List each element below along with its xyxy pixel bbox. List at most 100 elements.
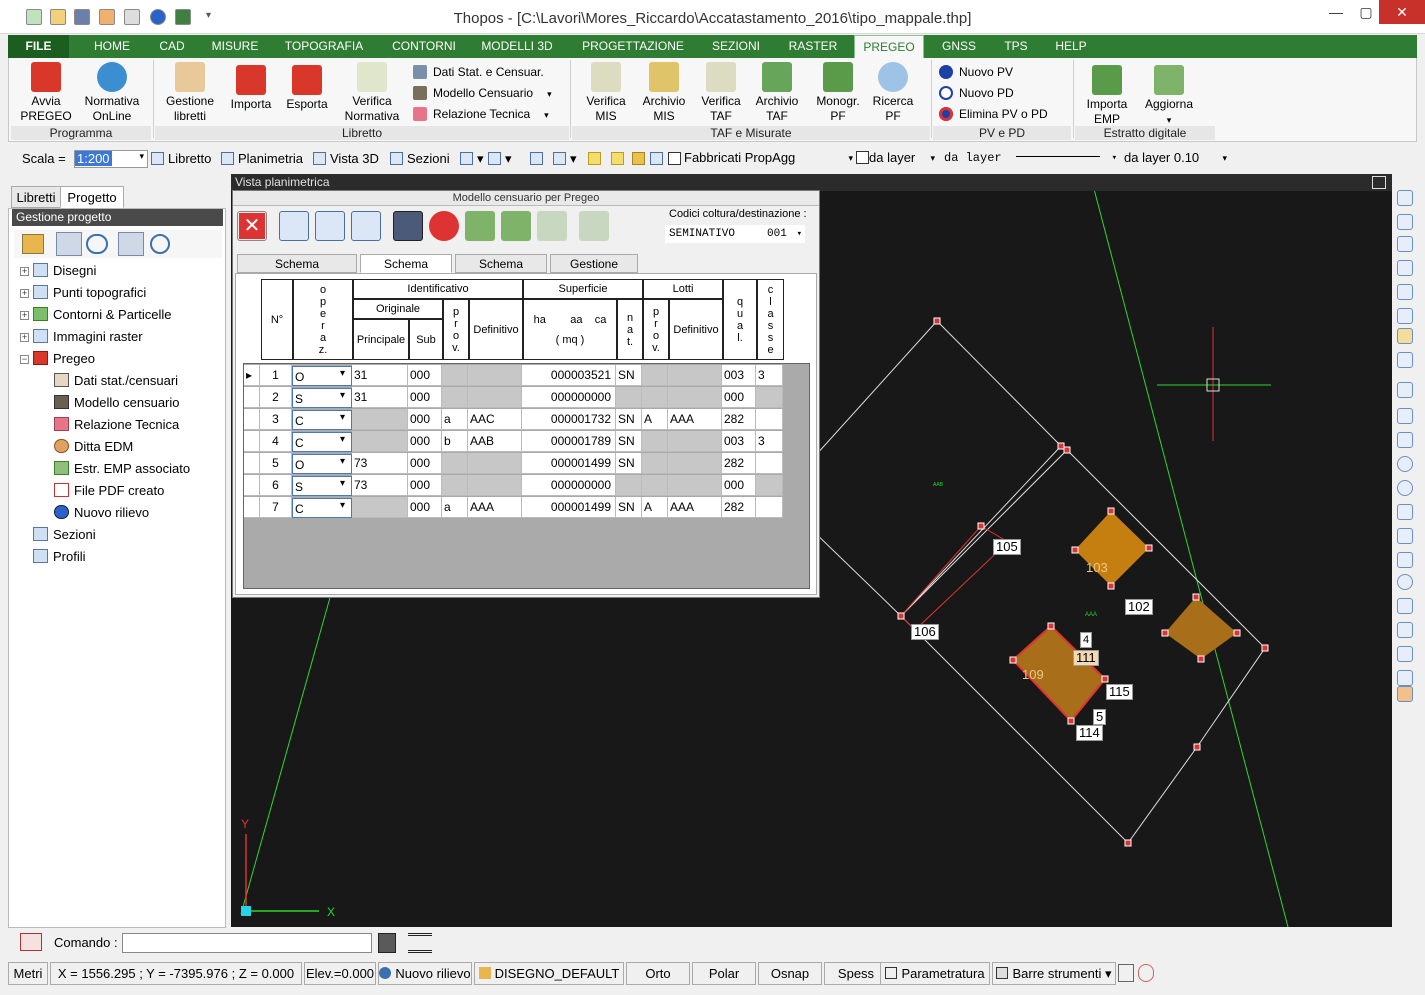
cell-principale[interactable]: 31 xyxy=(352,387,408,408)
menu-pregeo[interactable]: PREGEO xyxy=(854,35,924,58)
snap-quadrant-icon[interactable] xyxy=(1397,574,1413,590)
remove-row-button[interactable] xyxy=(315,211,345,241)
move-row-button[interactable] xyxy=(351,211,381,241)
menu-contorni[interactable]: CONTORNI xyxy=(384,35,464,58)
vertex-marker[interactable] xyxy=(1233,629,1241,637)
cell-lotti-definitivo[interactable] xyxy=(668,453,722,474)
menu-misure[interactable]: MISURE xyxy=(206,35,264,58)
print-layer-button[interactable] xyxy=(650,147,667,171)
cell-n[interactable]: 2 xyxy=(260,387,292,408)
cell-nat[interactable]: SN xyxy=(616,431,642,452)
menu-cad[interactable]: CAD xyxy=(150,35,194,58)
tab-libretti[interactable]: Libretti xyxy=(11,186,61,208)
cell-qual[interactable]: 000 xyxy=(722,387,756,408)
tab-schema-mappale[interactable]: Schema Mappale xyxy=(360,254,452,289)
vertex-marker[interactable] xyxy=(1145,544,1153,552)
vertex-marker[interactable] xyxy=(977,522,985,530)
tab-schema-ausiliario[interactable]: Schema Ausiliario xyxy=(455,254,547,289)
nuovo-pv-button[interactable]: Nuovo PV xyxy=(939,62,1013,82)
menu-help[interactable]: HELP xyxy=(1048,35,1094,58)
color-select[interactable]: da layer ▾ xyxy=(856,150,938,168)
cell-superficie[interactable]: 000001789 xyxy=(522,431,616,452)
table-row[interactable]: 4 C ▾ 000 b AAB 000001789 SN 003 3 xyxy=(244,431,810,453)
table-row[interactable]: 7 C ▾ 000 a AAA 000001499 SN A AAA 282 xyxy=(244,497,810,519)
table-row[interactable]: ▸ 1 O ▾ 31 000 000003521 SN 003 3 xyxy=(244,365,810,387)
view-icon[interactable] xyxy=(1397,352,1413,368)
vertex-marker[interactable] xyxy=(1197,655,1205,663)
verifica-mis-button[interactable]: Verifica MIS xyxy=(577,62,635,124)
tree-item-contorni[interactable]: + Contorni & Particelle xyxy=(20,304,172,326)
menu-home[interactable]: HOME xyxy=(82,35,142,58)
select-tool-icon[interactable] xyxy=(56,232,82,256)
snap-line-icon[interactable] xyxy=(1397,382,1413,398)
cell-definitivo[interactable]: AAB xyxy=(468,431,522,452)
vertex-marker[interactable] xyxy=(897,612,905,620)
light-button[interactable] xyxy=(588,147,605,171)
drawing-status[interactable]: DISEGNO_DEFAULT xyxy=(474,962,624,985)
menu-gnss[interactable]: GNSS xyxy=(934,35,984,58)
cell-lotti-prov[interactable] xyxy=(642,475,668,496)
normativa-online-button[interactable]: Normativa OnLine xyxy=(79,62,145,124)
table-row[interactable]: 3 C ▾ 000 a AAC 000001732 SN A AAA 282 xyxy=(244,409,810,431)
tree-item-dati-stat[interactable]: Dati stat./censuari xyxy=(54,370,178,392)
cell-definitivo[interactable]: AAA xyxy=(468,497,522,518)
row-indicator[interactable] xyxy=(244,453,260,474)
vertex-marker[interactable] xyxy=(933,317,941,325)
menu-file[interactable]: FILE xyxy=(8,35,69,58)
menu-modelli-3d[interactable]: MODELLI 3D xyxy=(474,35,560,58)
tab-gestione-schemi[interactable]: Gestione Schemi xyxy=(550,254,638,289)
vertex-marker[interactable] xyxy=(1193,743,1201,751)
cell-nat[interactable]: SN xyxy=(616,365,642,386)
sync-icon[interactable] xyxy=(118,232,144,256)
verifica-taf-button[interactable]: Verifica TAF xyxy=(693,62,749,124)
refresh-model-button[interactable] xyxy=(537,211,567,241)
menu-topografia[interactable]: TOPOGRAFIA xyxy=(278,35,370,58)
snap-x-icon[interactable] xyxy=(1397,528,1413,544)
zoom-extents-icon[interactable] xyxy=(1397,190,1413,206)
orto-toggle[interactable]: Orto xyxy=(626,962,690,985)
cell-qual[interactable]: 282 xyxy=(722,409,756,430)
table-row[interactable]: 2 S ▾ 31 000 000000000 000 xyxy=(244,387,810,409)
tree-item-nuovo-rilievo[interactable]: Nuovo rilievo xyxy=(54,502,149,524)
zoom-previous-icon[interactable] xyxy=(1397,308,1413,324)
layers-stack-button[interactable]: ▾ xyxy=(553,147,577,171)
cell-prov[interactable] xyxy=(442,475,468,496)
cell-definitivo[interactable] xyxy=(468,365,522,386)
tree-item-sezioni[interactable]: Sezioni xyxy=(20,524,96,546)
row-indicator[interactable] xyxy=(244,497,260,518)
layers-button[interactable] xyxy=(530,147,547,171)
row-indicator[interactable] xyxy=(244,387,260,408)
layer-color-swatch[interactable] xyxy=(668,147,685,171)
cell-superficie[interactable]: 000003521 xyxy=(522,365,616,386)
cell-n[interactable]: 7 xyxy=(260,497,292,518)
table-row[interactable]: 5 O ▾ 73 000 000001499 SN 282 xyxy=(244,453,810,475)
zoom-icon[interactable] xyxy=(86,234,108,254)
cell-lotti-prov[interactable]: A xyxy=(642,497,668,518)
vertex-marker[interactable] xyxy=(1047,622,1055,630)
close-button[interactable]: ✕ xyxy=(1379,0,1425,24)
menu-tps[interactable]: TPS xyxy=(994,35,1038,58)
tree-item-profili[interactable]: Profili xyxy=(20,546,86,568)
aggiorna-button[interactable]: Aggiorna ▾ xyxy=(1139,65,1199,128)
bulb-on-button[interactable] xyxy=(611,147,628,171)
cell-nat[interactable]: SN xyxy=(616,453,642,474)
table-row[interactable]: 6 S ▾ 73 000 000000000 000 xyxy=(244,475,810,497)
cell-qual[interactable]: 003 xyxy=(722,365,756,386)
cell-definitivo[interactable]: AAC xyxy=(468,409,522,430)
cell-sub[interactable]: 000 xyxy=(408,387,442,408)
cell-prov[interactable] xyxy=(442,453,468,474)
row-indicator[interactable] xyxy=(244,409,260,430)
snap-circle-icon[interactable] xyxy=(1397,480,1413,496)
vertex-marker[interactable] xyxy=(1107,582,1115,590)
command-input[interactable] xyxy=(122,933,372,953)
pan-hand-icon[interactable] xyxy=(1397,328,1413,344)
vertex-marker[interactable] xyxy=(1063,446,1071,454)
snap-nearest-icon[interactable] xyxy=(1397,622,1413,638)
delete-model-button[interactable] xyxy=(429,211,459,241)
cell-sub[interactable]: 000 xyxy=(408,365,442,386)
cell-superficie[interactable]: 000001732 xyxy=(522,409,616,430)
cell-nat[interactable] xyxy=(616,387,642,408)
snap-extension-icon[interactable] xyxy=(1397,670,1413,686)
planimetria-view-button[interactable]: Planimetria xyxy=(221,147,303,171)
cell-lotti-definitivo[interactable]: AAA xyxy=(668,497,722,518)
